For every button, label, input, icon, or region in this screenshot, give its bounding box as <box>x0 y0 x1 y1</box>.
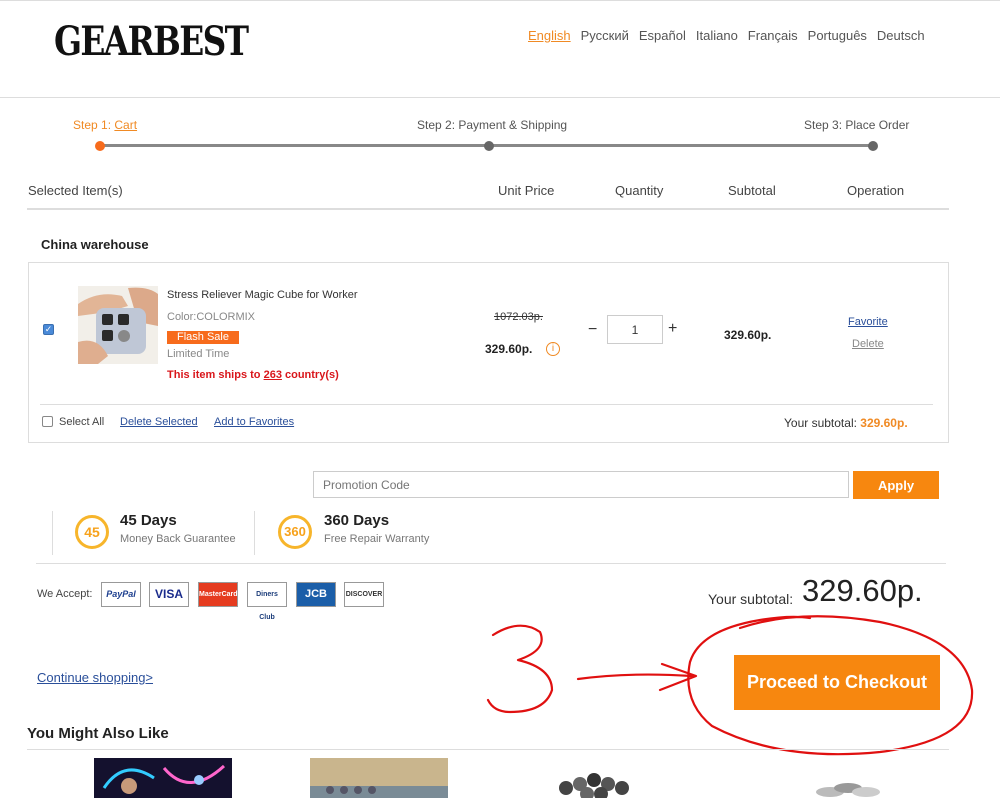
add-to-favorites-link[interactable]: Add to Favorites <box>214 416 294 428</box>
item-subtotal: 329.60р. <box>724 328 772 342</box>
guarantee-separator <box>254 511 255 555</box>
recommendation-thumbnail[interactable] <box>530 758 668 798</box>
step-1-cart-link[interactable]: Cart <box>114 118 137 132</box>
step-2-dot <box>484 141 494 151</box>
paypal-card-icon: PayPal <box>101 582 141 607</box>
col-unit-price: Unit Price <box>498 183 555 198</box>
visa-card-icon: VISA <box>149 582 189 607</box>
col-subtotal: Subtotal <box>728 183 776 198</box>
favorite-link[interactable]: Favorite <box>848 316 888 328</box>
guarantee-divider <box>36 563 946 564</box>
lang-english[interactable]: English <box>528 28 571 43</box>
recommendations-divider <box>27 749 949 750</box>
lang-italian[interactable]: Italiano <box>696 28 738 43</box>
money-back-badge-icon: 45 <box>75 515 109 549</box>
annotation-arrow <box>576 662 698 692</box>
step-3-label: Step 3: Place Order <box>804 118 910 132</box>
step-1-label: Step 1: Cart <box>73 118 138 132</box>
quantity-input[interactable] <box>607 315 663 344</box>
lang-spanish[interactable]: Español <box>639 28 686 43</box>
col-operation: Operation <box>847 183 905 198</box>
col-selected-items: Selected Item(s) <box>28 183 123 198</box>
product-image[interactable] <box>78 286 158 364</box>
promotion-code-input[interactable] <box>313 471 849 498</box>
guarantee-separator <box>52 511 53 555</box>
step-2-label: Step 2: Payment & Shipping <box>417 118 568 132</box>
annotation-digit-3 <box>486 624 554 714</box>
lang-french[interactable]: Français <box>748 28 798 43</box>
top-border <box>0 0 1000 1</box>
gearbest-logo[interactable]: GEARBEST <box>54 22 249 62</box>
jcb-card-icon: JCB <box>296 582 336 607</box>
header-divider <box>0 97 1000 98</box>
step-1-dot <box>95 141 105 151</box>
recommendation-thumbnail[interactable] <box>94 758 232 798</box>
shipping-notice: This item ships to 263 country(s) <box>167 369 339 381</box>
cart-divider <box>40 404 933 405</box>
product-color: Color:COLORMIX <box>167 311 256 323</box>
cart-subtotal-value: 329.60р. <box>860 416 908 430</box>
proceed-to-checkout-button[interactable]: Proceed to Checkout <box>734 655 940 710</box>
limited-time-label: Limited Time <box>167 348 230 360</box>
lang-russian[interactable]: Русский <box>581 28 629 43</box>
delete-selected-link[interactable]: Delete Selected <box>120 416 198 428</box>
discover-card-icon: DISCOVER <box>344 582 384 607</box>
price-info-icon[interactable]: i <box>546 342 560 356</box>
repair-warranty-badge-icon: 360 <box>278 515 312 549</box>
product-name[interactable]: Stress Reliever Magic Cube for Worker <box>167 289 358 301</box>
item-checkbox[interactable]: ✓ <box>43 324 54 335</box>
unit-price: 329.60р. <box>485 342 533 356</box>
apply-promo-button[interactable]: Apply <box>853 471 939 499</box>
table-header-divider <box>27 208 949 210</box>
col-quantity: Quantity <box>615 183 664 198</box>
recommendation-thumbnail[interactable] <box>790 758 900 798</box>
money-back-title: 45 Days <box>120 512 177 529</box>
recommendation-thumbnail[interactable] <box>310 758 448 798</box>
select-all-label[interactable]: Select All <box>59 416 104 428</box>
ships-country-count[interactable]: 263 <box>264 369 282 381</box>
lang-german[interactable]: Deutsch <box>877 28 925 43</box>
flash-sale-badge: Flash Sale <box>167 331 239 344</box>
original-price: 1072.03р. <box>494 311 543 323</box>
repair-warranty-subtitle: Free Repair Warranty <box>324 533 430 545</box>
delete-link[interactable]: Delete <box>852 338 884 350</box>
we-accept-label: We Accept: <box>37 588 93 600</box>
select-all-checkbox[interactable] <box>42 416 53 427</box>
lang-portuguese[interactable]: Português <box>808 28 867 43</box>
continue-shopping-link[interactable]: Continue shopping> <box>37 670 153 685</box>
cart-subtotal: Your subtotal: 329.60р. <box>784 416 908 430</box>
mastercard-icon: MasterCard <box>198 582 238 607</box>
you-might-also-like-title: You Might Also Like <box>27 725 169 742</box>
money-back-subtitle: Money Back Guarantee <box>120 533 236 545</box>
step-3-dot <box>868 141 878 151</box>
repair-warranty-title: 360 Days <box>324 512 390 529</box>
quantity-increase-button[interactable]: + <box>668 320 677 338</box>
quantity-decrease-button[interactable]: − <box>588 321 597 339</box>
order-subtotal-label: Your subtotal: <box>708 591 794 607</box>
diners-club-icon: Diners Club <box>247 582 287 621</box>
order-subtotal-value: 329.60р. <box>802 573 923 608</box>
language-switcher: English Русский Español Italiano Françai… <box>528 28 925 43</box>
warehouse-title: China warehouse <box>41 237 149 252</box>
